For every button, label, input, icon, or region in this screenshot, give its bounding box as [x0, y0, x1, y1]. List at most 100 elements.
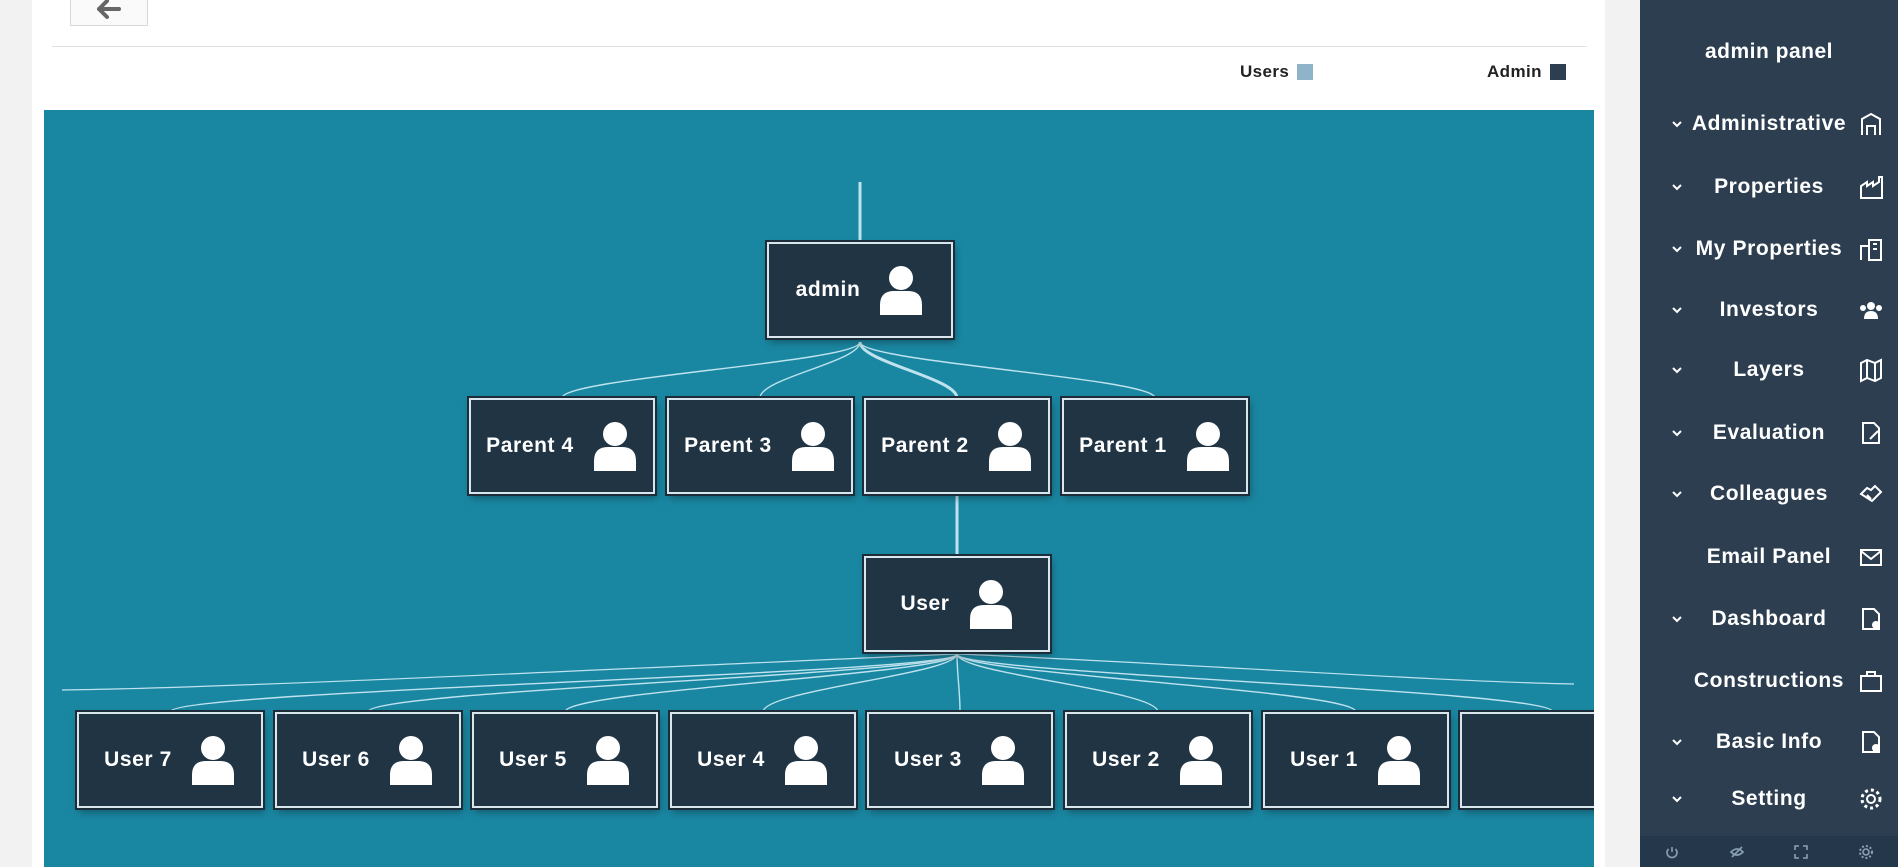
sidebar-item-label: Dashboard — [1711, 607, 1827, 630]
fullscreen-icon[interactable] — [1793, 844, 1809, 860]
chevron-down-icon — [1672, 307, 1682, 314]
chevron-down-icon — [1672, 491, 1682, 498]
sidebar-item-label: Setting — [1731, 787, 1807, 810]
main-panel: Users Admin admin Parent 4 Parent 3 Parent … — [32, 0, 1605, 867]
eye-off-icon[interactable] — [1729, 844, 1745, 860]
user-avatar-icon — [784, 736, 827, 785]
user-avatar-icon — [791, 422, 834, 471]
user-node[interactable]: User 6 — [275, 712, 461, 808]
parent-node[interactable]: Parent 1 — [1062, 398, 1248, 494]
user-node[interactable]: User 1 — [1263, 712, 1449, 808]
gear-icon — [1860, 788, 1882, 810]
user-node[interactable] — [1460, 712, 1594, 808]
arrow-left-icon — [97, 0, 121, 19]
chevron-down-icon — [1672, 121, 1682, 128]
handshake-icon — [1859, 484, 1883, 503]
link-group-user — [956, 653, 1357, 713]
user-avatar-icon — [969, 580, 1012, 629]
sidebar-item-label: Constructions — [1693, 669, 1845, 692]
user-avatar-icon — [389, 736, 432, 785]
user-node-label: User 7 — [104, 748, 172, 771]
sidebar-item-layers[interactable]: Layers — [1640, 350, 1898, 390]
legend-admin-swatch — [1549, 64, 1566, 80]
parent-node[interactable]: Parent 4 — [469, 398, 655, 494]
user-avatar-icon — [988, 422, 1031, 471]
chevron-down-icon — [1672, 367, 1682, 374]
file-info-icon — [1862, 731, 1880, 753]
user-avatar-icon — [1179, 736, 1222, 785]
chevron-down-icon — [1672, 246, 1682, 253]
buildings-icon — [1860, 239, 1882, 261]
legend-admin: Admin — [1487, 62, 1566, 82]
sidebar-item-my-properties[interactable]: My Properties — [1640, 229, 1898, 269]
parent-node-label: Parent 3 — [684, 434, 772, 457]
power-icon[interactable] — [1664, 844, 1680, 860]
link-group-user — [956, 653, 1554, 713]
sidebar-item-label: Properties — [1714, 175, 1824, 198]
building-icon — [1861, 112, 1881, 135]
parent-node[interactable]: Parent 2 — [864, 398, 1050, 494]
user-node-label: User 4 — [697, 748, 765, 771]
legend-users-swatch — [1297, 64, 1314, 80]
sidebar-item-administrative[interactable]: Administrative — [1640, 104, 1898, 144]
sidebar: admin panel Administrative Properties My P… — [1640, 0, 1898, 867]
user-avatar-icon — [1186, 422, 1229, 471]
user-group-node[interactable]: User — [864, 556, 1050, 652]
map-icon — [1860, 358, 1882, 383]
sidebar-item-label: Administrative — [1691, 112, 1847, 135]
settings-icon[interactable] — [1858, 844, 1874, 860]
sidebar-item-label: Evaluation — [1712, 421, 1826, 444]
user-avatar-icon — [880, 266, 923, 315]
briefcase-icon — [1860, 671, 1882, 692]
user-node-label: User 6 — [302, 748, 370, 771]
user-avatar-icon — [191, 736, 234, 785]
link-group-user — [956, 653, 961, 713]
sidebar-item-label: Colleagues — [1709, 482, 1829, 505]
parent-node-label: Parent 2 — [881, 434, 969, 457]
sidebar-item-colleagues[interactable]: Colleagues — [1640, 474, 1898, 514]
chevron-down-icon — [1672, 616, 1682, 623]
file-edit-icon — [1862, 422, 1880, 444]
parent-node-label: Parent 4 — [486, 434, 574, 457]
admin-node[interactable]: admin — [767, 242, 953, 338]
user-node[interactable]: User 3 — [867, 712, 1053, 808]
user-node[interactable]: User 5 — [472, 712, 658, 808]
sidebar-title: admin panel — [1704, 40, 1834, 63]
user-node-label: User 3 — [894, 748, 962, 771]
sidebar-item-email-panel[interactable]: Email Panel — [1640, 537, 1898, 577]
user-node[interactable]: User 4 — [670, 712, 856, 808]
user-node-label: User 2 — [1092, 748, 1160, 771]
link-group-user — [762, 653, 958, 713]
sidebar-item-label: Investors — [1719, 298, 1819, 321]
sidebar-item-investors[interactable]: Investors — [1640, 290, 1898, 330]
legend-admin-label: Admin — [1487, 62, 1542, 81]
chevron-down-icon — [1672, 184, 1682, 191]
legend-users: Users — [1240, 62, 1314, 82]
people-icon — [1860, 302, 1882, 319]
user-avatar-icon — [981, 736, 1024, 785]
envelope-icon — [1860, 549, 1882, 566]
parent-node[interactable]: Parent 3 — [667, 398, 853, 494]
user-node[interactable]: User 7 — [77, 712, 263, 808]
parent-node-label: Parent 1 — [1079, 434, 1167, 457]
sidebar-item-setting[interactable]: Setting — [1640, 779, 1898, 819]
legend-users-label: Users — [1240, 62, 1290, 81]
back-button[interactable] — [70, 0, 148, 26]
user-node[interactable]: User 2 — [1065, 712, 1251, 808]
sidebar-item-label: My Properties — [1695, 237, 1843, 260]
chevron-down-icon — [1672, 430, 1682, 437]
sidebar-item-evaluation[interactable]: Evaluation — [1640, 413, 1898, 453]
user-group-node-label: User — [900, 592, 950, 615]
user-avatar-icon — [1377, 736, 1420, 785]
sidebar-item-constructions[interactable]: Constructions — [1640, 661, 1898, 701]
sidebar-item-dashboard[interactable]: Dashboard — [1640, 599, 1898, 639]
chevron-down-icon — [1672, 796, 1682, 803]
factory-icon — [1860, 176, 1883, 199]
org-chart-canvas[interactable]: admin Parent 4 Parent 3 Parent 2 Parent 1 Use… — [44, 110, 1594, 867]
sidebar-item-properties[interactable]: Properties — [1640, 167, 1898, 207]
header-divider — [52, 46, 1587, 47]
sidebar-item-basic-info[interactable]: Basic Info — [1640, 722, 1898, 762]
link-group-user — [367, 653, 958, 713]
admin-node-label: admin — [795, 278, 861, 301]
user-avatar-icon — [593, 422, 636, 471]
